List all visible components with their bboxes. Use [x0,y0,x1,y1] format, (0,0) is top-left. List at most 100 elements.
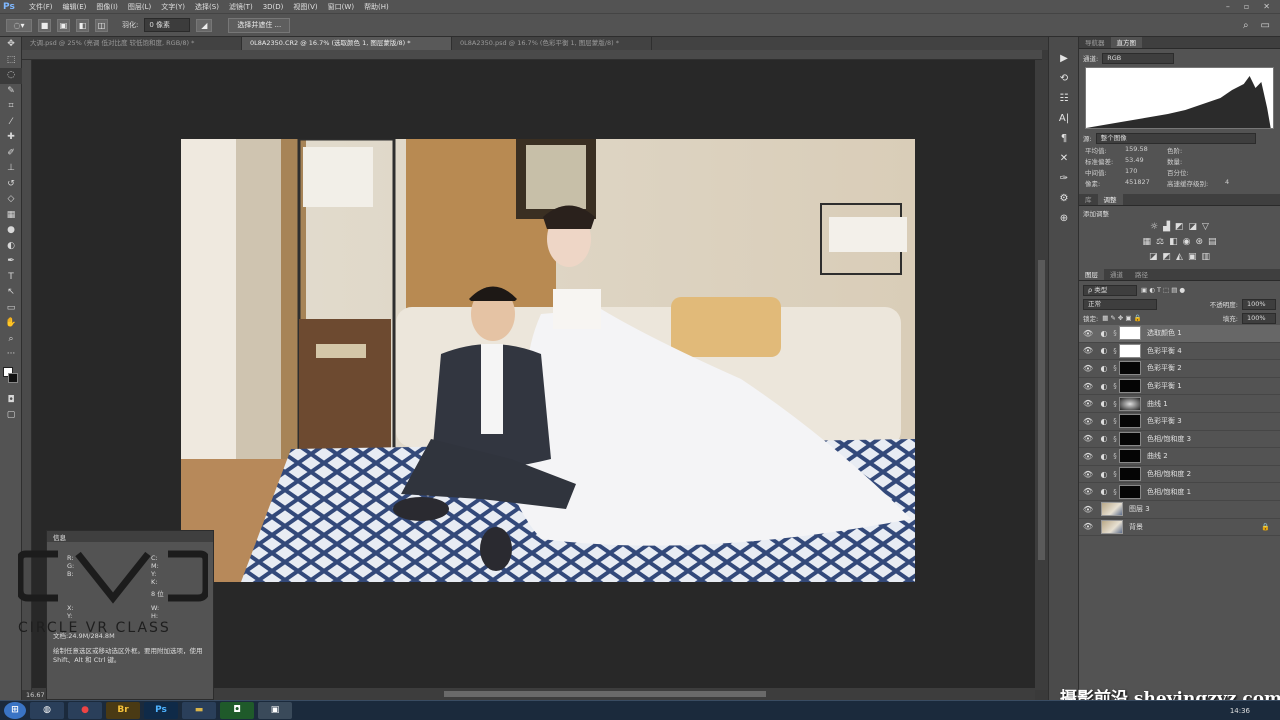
intersect-selection-icon[interactable]: ◫ [95,18,108,32]
layer-mask-thumb[interactable] [1119,484,1141,499]
menu-type[interactable]: 文字(Y) [156,2,190,12]
blur-tool-icon[interactable]: ● [0,223,22,239]
menu-window[interactable]: 窗口(W) [323,2,359,12]
screen-mode-icon[interactable]: ▢ [0,408,22,424]
visibility-eye-icon[interactable]: 👁 [1079,364,1097,373]
color-swatches[interactable] [0,363,21,393]
tab-histogram[interactable]: 直方图 [1110,37,1142,48]
character-icon[interactable]: A| [1049,109,1079,129]
document-photo[interactable] [181,139,915,582]
levels-icon[interactable]: ▟ [1163,220,1170,235]
clone-source-icon[interactable]: ⊕ [1049,209,1079,229]
search-icon[interactable]: ⌕ [1243,20,1249,31]
hue-sat-icon[interactable]: ▦ [1142,235,1151,250]
subtract-selection-icon[interactable]: ◧ [76,18,89,32]
layer-row[interactable]: 👁 ◐ § 色相/饱和度 1 [1079,483,1280,501]
feather-input[interactable]: 0 像素 [144,18,191,32]
tools-icon[interactable]: ✕ [1049,149,1079,169]
browser-icon[interactable]: ◍ [30,702,64,719]
hand-tool-icon[interactable]: ✋ [0,316,22,332]
layer-row[interactable]: 👁 ◐ § 色相/饱和度 3 [1079,431,1280,449]
vibrance-icon[interactable]: ▽ [1202,220,1209,235]
layer-mask-thumb[interactable] [1119,326,1141,341]
restore-button[interactable]: ▫ [1244,2,1249,11]
crop-tool-icon[interactable]: ⌗ [0,99,22,115]
layer-mask-thumb[interactable] [1119,449,1141,464]
layer-thumb[interactable] [1101,502,1123,517]
new-selection-icon[interactable]: ■ [38,18,51,32]
visibility-eye-icon[interactable]: 👁 [1079,382,1097,391]
layer-mask-thumb[interactable] [1119,379,1141,394]
close-button[interactable]: ✕ [1263,2,1270,11]
menu-view[interactable]: 视图(V) [288,2,322,12]
tab-dadiao[interactable]: 大调.psd @ 25% (亮调 低对比度 较低饱和度, RGB/8) * [22,37,242,50]
layer-row[interactable]: 👁 背景 🔒 [1079,519,1280,537]
workspace-icon[interactable]: ▭ [1261,20,1270,31]
lock-icons[interactable]: ▦ ✎ ✥ ▣ 🔒 [1102,314,1142,322]
tab-layers[interactable]: 图层 [1079,269,1104,280]
add-selection-icon[interactable]: ▣ [57,18,70,32]
visibility-eye-icon[interactable]: 👁 [1079,522,1097,531]
invert-icon[interactable]: ◪ [1149,250,1158,265]
menu-image[interactable]: 图像(I) [91,2,123,12]
layer-mask-thumb[interactable] [1119,467,1141,482]
menu-select[interactable]: 选择(S) [190,2,224,12]
brush-tool-icon[interactable]: ✐ [0,146,22,162]
vertical-scrollbar[interactable] [1035,60,1048,690]
properties-icon[interactable]: ☷ [1049,89,1079,109]
eraser-tool-icon[interactable]: ◇ [0,192,22,208]
quick-mask-icon[interactable]: ◘ [0,393,22,409]
threshold-icon[interactable]: ◭ [1176,250,1183,265]
layer-row[interactable]: 👁 ◐ § 色彩平衡 2 [1079,360,1280,378]
visibility-eye-icon[interactable]: 👁 [1079,399,1097,408]
color-balance-icon[interactable]: ⚖ [1156,235,1164,250]
gradient-tool-icon[interactable]: ▦ [0,208,22,224]
gradient-map-icon[interactable]: ▥ [1201,250,1210,265]
dodge-tool-icon[interactable]: ◐ [0,239,22,255]
layer-row[interactable]: 👁 图层 3 [1079,501,1280,519]
menu-3d[interactable]: 3D(D) [258,3,289,11]
visibility-eye-icon[interactable]: 👁 [1079,452,1097,461]
layer-row[interactable]: 👁 ◐ § 选取颜色 1 [1079,325,1280,343]
layer-row[interactable]: 👁 ◐ § 色彩平衡 3 [1079,413,1280,431]
visibility-eye-icon[interactable]: 👁 [1079,470,1097,479]
visibility-eye-icon[interactable]: 👁 [1079,346,1097,355]
brightness-icon[interactable]: ☼ [1150,220,1158,235]
start-button-icon[interactable]: ⊞ [4,702,26,719]
history-icon[interactable]: ⟲ [1049,69,1079,89]
tab-libraries[interactable]: 库 [1079,194,1098,205]
layer-filter-select[interactable]: ρ 类型 [1083,284,1137,296]
folder-icon[interactable]: ▬ [182,702,216,719]
select-and-mask-button[interactable]: 选择并遮住 ... [228,17,291,33]
adjust-icon[interactable]: ⚙ [1049,189,1079,209]
tab-cr2[interactable]: 0L8A2350.CR2 @ 16.7% (选取颜色 1, 图层蒙版/8) * [242,37,452,50]
quick-select-tool-icon[interactable]: ✎ [0,84,22,100]
background-color[interactable] [8,372,18,383]
healing-brush-icon[interactable]: ✚ [0,130,22,146]
zoom-status[interactable]: 16.67 [26,691,45,699]
layer-mask-thumb[interactable] [1119,361,1141,376]
type-tool-icon[interactable]: T [0,270,22,286]
color-lookup-icon[interactable]: ▤ [1208,235,1217,250]
bw-icon[interactable]: ◧ [1169,235,1178,250]
photoshop-task-icon[interactable]: Ps [144,702,178,719]
layer-row[interactable]: 👁 ◐ § 色彩平衡 1 [1079,378,1280,396]
eyedropper-tool-icon[interactable]: ⁄ [0,115,22,131]
play-icon[interactable]: ▶ [1049,49,1079,69]
layer-row[interactable]: 👁 ◐ § 曲线 2 [1079,448,1280,466]
move-tool-icon[interactable]: ✥ [0,37,22,53]
vertical-scroll-thumb[interactable] [1038,260,1045,560]
horizontal-scroll-thumb[interactable] [444,691,766,697]
paragraph-icon[interactable]: ¶ [1049,129,1079,149]
layer-row[interactable]: 👁 ◐ § 色彩平衡 4 [1079,343,1280,361]
more-tools-icon[interactable]: ··· [0,347,22,363]
zoom-tool-icon[interactable]: ⌕ [0,332,22,348]
menu-file[interactable]: 文件(F) [24,2,58,12]
menu-layer[interactable]: 图层(L) [123,2,156,12]
posterize-icon[interactable]: ◩ [1163,250,1172,265]
layer-row[interactable]: 👁 ◐ § 曲线 1 [1079,395,1280,413]
source-select[interactable]: 整个图像 [1095,132,1256,144]
layer-mask-thumb[interactable] [1119,431,1141,446]
visibility-eye-icon[interactable]: 👁 [1079,417,1097,426]
blend-mode-select[interactable]: 正常 [1083,298,1157,310]
